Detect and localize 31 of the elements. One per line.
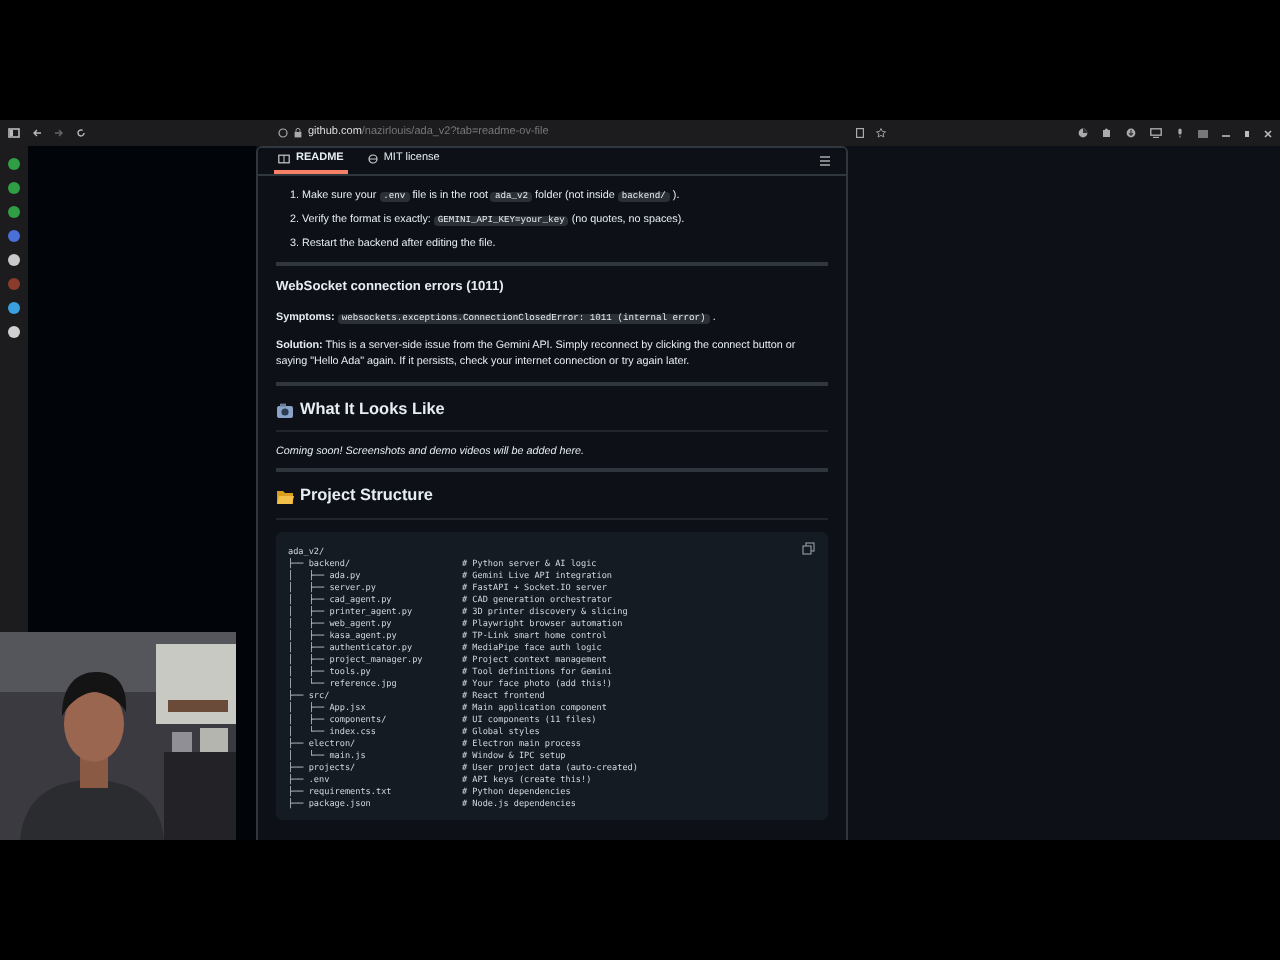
book-icon [278,154,290,164]
close-icon[interactable] [1264,129,1272,137]
app-icon[interactable] [8,326,20,338]
app-icon[interactable] [8,302,20,314]
minimize-icon[interactable] [1222,129,1230,137]
scale-icon [367,154,378,164]
puzzle-icon[interactable] [1102,128,1112,138]
app-icon[interactable] [8,254,20,266]
reload-icon[interactable] [76,128,86,138]
app-icon[interactable] [8,206,20,218]
forward-icon[interactable] [54,128,64,138]
outline-icon[interactable] [820,156,830,166]
folder-icon [276,488,294,507]
microphone-icon[interactable] [1176,128,1184,138]
pie-icon[interactable] [1078,128,1088,138]
camera-icon [276,401,294,420]
copy-icon[interactable] [802,541,816,556]
app-icon[interactable] [8,158,20,170]
section-heading: What It Looks Like [300,398,445,423]
monitor-icon[interactable] [1150,128,1162,138]
maximize-icon[interactable] [1244,129,1250,137]
reader-icon[interactable] [856,128,865,138]
sidebar-toggle-icon[interactable] [8,128,20,138]
section-heading: Project Structure [300,484,433,509]
lock-icon [294,128,302,138]
star-icon[interactable] [876,128,887,138]
download-icon[interactable] [1126,128,1136,138]
window-icon[interactable] [1198,129,1208,137]
shield-icon [278,128,288,138]
app-icon[interactable] [8,182,20,194]
back-icon[interactable] [32,128,42,138]
